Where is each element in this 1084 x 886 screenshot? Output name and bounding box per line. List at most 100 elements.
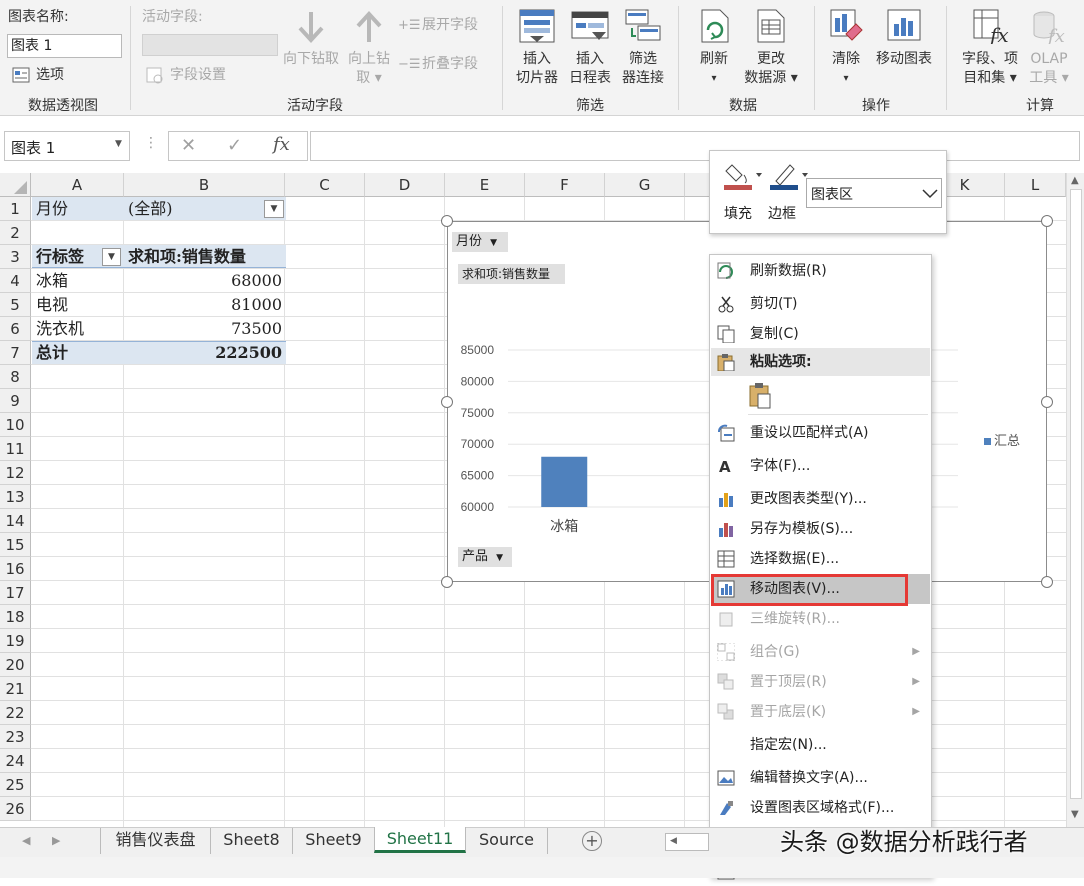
resize-handle[interactable] (1041, 576, 1053, 588)
menu-item[interactable]: 选择数据(E)... (711, 544, 930, 574)
resize-handle[interactable] (1041, 396, 1053, 408)
active-field-input[interactable] (142, 34, 278, 56)
menu-item[interactable]: A 字体(F)... (711, 451, 930, 481)
row-header[interactable]: 21 (0, 677, 31, 701)
resize-handle[interactable] (441, 215, 453, 227)
resize-handle[interactable] (1041, 215, 1053, 227)
scroll-left-icon[interactable]: ◀ (670, 836, 677, 846)
name-box[interactable]: 图表 1 ▼ (4, 131, 130, 161)
cancel-icon[interactable]: ✕ (181, 135, 196, 156)
scroll-up-icon[interactable]: ▲ (1071, 175, 1079, 186)
menu-item[interactable]: 设置图表区域格式(F)... (711, 793, 930, 823)
change-source-button[interactable]: 更改 数据源 ▾ (740, 6, 802, 88)
select-all-corner[interactable] (0, 173, 31, 197)
insert-function-icon[interactable]: fx (273, 134, 290, 155)
row-header[interactable]: 10 (0, 413, 31, 437)
row-header[interactable]: 9 (0, 389, 31, 413)
row-header[interactable]: 4 (0, 269, 31, 293)
row-header[interactable]: 6 (0, 317, 31, 341)
row-header[interactable]: 19 (0, 629, 31, 653)
column-header[interactable]: E (445, 173, 525, 197)
row-header[interactable]: 11 (0, 437, 31, 461)
menu-item[interactable]: 指定宏(N)... (711, 730, 930, 760)
row-header[interactable]: 13 (0, 485, 31, 509)
menu-item[interactable]: 重设以匹配样式(A) (711, 418, 930, 448)
menu-item[interactable]: 刷新数据(R) (711, 256, 930, 286)
chart-bar[interactable] (541, 456, 588, 507)
options-button[interactable]: 选项 (12, 66, 92, 86)
row-header[interactable]: 8 (0, 365, 31, 389)
column-header[interactable]: D (365, 173, 445, 197)
more-icon: ⋮ (144, 135, 158, 151)
scroll-thumb[interactable] (1070, 189, 1082, 799)
drill-up-button[interactable]: 向上钻 取 ▾ (344, 8, 394, 86)
sheet-tab-active[interactable]: Sheet11 (374, 827, 466, 853)
vertical-scrollbar[interactable]: ▲ ▼ (1066, 173, 1084, 827)
clear-button[interactable]: 清除 ▾ (824, 6, 868, 88)
row-header[interactable]: 24 (0, 749, 31, 773)
collapse-field-button[interactable]: −☰ 折叠字段 (398, 55, 494, 77)
paste-keep-format-button[interactable] (748, 382, 774, 410)
row-header[interactable]: 17 (0, 581, 31, 605)
filter-dropdown-button[interactable]: ▼ (264, 200, 284, 218)
drill-down-button[interactable]: 向下钻取 (280, 8, 342, 86)
row-header[interactable]: 22 (0, 701, 31, 725)
column-header[interactable]: L (1005, 173, 1066, 197)
row-header[interactable]: 20 (0, 653, 31, 677)
next-sheet-icon[interactable]: ▶ (52, 834, 60, 847)
horizontal-scrollbar[interactable]: ◀ (665, 833, 709, 851)
row-header[interactable]: 7 (0, 341, 31, 365)
column-header[interactable]: B (124, 173, 285, 197)
row-header[interactable]: 5 (0, 293, 31, 317)
row-header[interactable]: 3 (0, 245, 31, 269)
row-header[interactable]: 18 (0, 605, 31, 629)
row-header[interactable]: 1 (0, 197, 31, 221)
menu-item[interactable]: 编辑替换文字(A)... (711, 763, 930, 793)
row-header[interactable]: 26 (0, 797, 31, 821)
column-header[interactable]: C (285, 173, 365, 197)
field-settings-button[interactable]: 字段设置 (146, 66, 246, 86)
drill-up-label-2: 取 ▾ (356, 70, 382, 86)
menu-item[interactable]: 另存为模板(S)... (711, 514, 930, 544)
menu-item[interactable]: 复制(C) (711, 319, 930, 349)
menu-item[interactable]: 更改图表类型(Y)... (711, 484, 930, 514)
chart-element-select[interactable]: 图表区 (806, 178, 942, 208)
row-header[interactable]: 2 (0, 221, 31, 245)
row-header[interactable]: 14 (0, 509, 31, 533)
sheet-tab[interactable]: Sheet9 (292, 828, 374, 854)
column-header[interactable]: G (605, 173, 685, 197)
add-sheet-icon[interactable]: + (582, 831, 602, 851)
menu-item[interactable]: 剪切(T) (711, 289, 930, 319)
row-label-filter-button[interactable]: ▼ (102, 248, 121, 266)
chart-axis-button[interactable]: 产品 ▼ (458, 547, 512, 567)
prev-sheet-icon[interactable]: ◀ (22, 834, 30, 847)
expand-field-button[interactable]: +☰ 展开字段 (398, 16, 494, 38)
scroll-down-icon[interactable]: ▼ (1071, 809, 1079, 820)
sheet-tab[interactable]: 销售仪表盘 (100, 828, 210, 854)
formula-input[interactable] (310, 131, 1080, 161)
column-header[interactable]: F (525, 173, 605, 197)
enter-icon[interactable]: ✓ (227, 135, 242, 156)
insert-slicer-button[interactable]: 插入 切片器 (512, 6, 562, 88)
fields-items-button[interactable]: fx 字段、项 目和集 ▾ (954, 6, 1026, 88)
sheet-tab[interactable]: Sheet8 (210, 828, 292, 854)
row-header[interactable]: 15 (0, 533, 31, 557)
menu-item[interactable]: 粘贴选项: (711, 348, 930, 376)
grid-line (444, 197, 445, 827)
olap-tools-button[interactable]: fx OLAP 工具 ▾ (1026, 6, 1072, 88)
refresh-button[interactable]: 刷新 ▾ (690, 6, 738, 88)
row-header[interactable]: 16 (0, 557, 31, 581)
sheet-tab[interactable]: Source (466, 828, 548, 854)
chart-name-input[interactable]: 图表 1 (7, 34, 122, 58)
row-header[interactable]: 23 (0, 725, 31, 749)
resize-handle[interactable] (441, 576, 453, 588)
fill-button[interactable]: 填充 (720, 159, 764, 229)
resize-handle[interactable] (441, 396, 453, 408)
row-header[interactable]: 25 (0, 773, 31, 797)
column-header[interactable]: A (31, 173, 124, 197)
border-button[interactable]: 边框 (766, 159, 810, 229)
row-header[interactable]: 12 (0, 461, 31, 485)
insert-timeline-button[interactable]: 插入 日程表 (564, 6, 616, 88)
filter-connections-button[interactable]: 筛选 器连接 (618, 6, 668, 88)
move-chart-ribbon-button[interactable]: 移动图表 (872, 6, 936, 88)
